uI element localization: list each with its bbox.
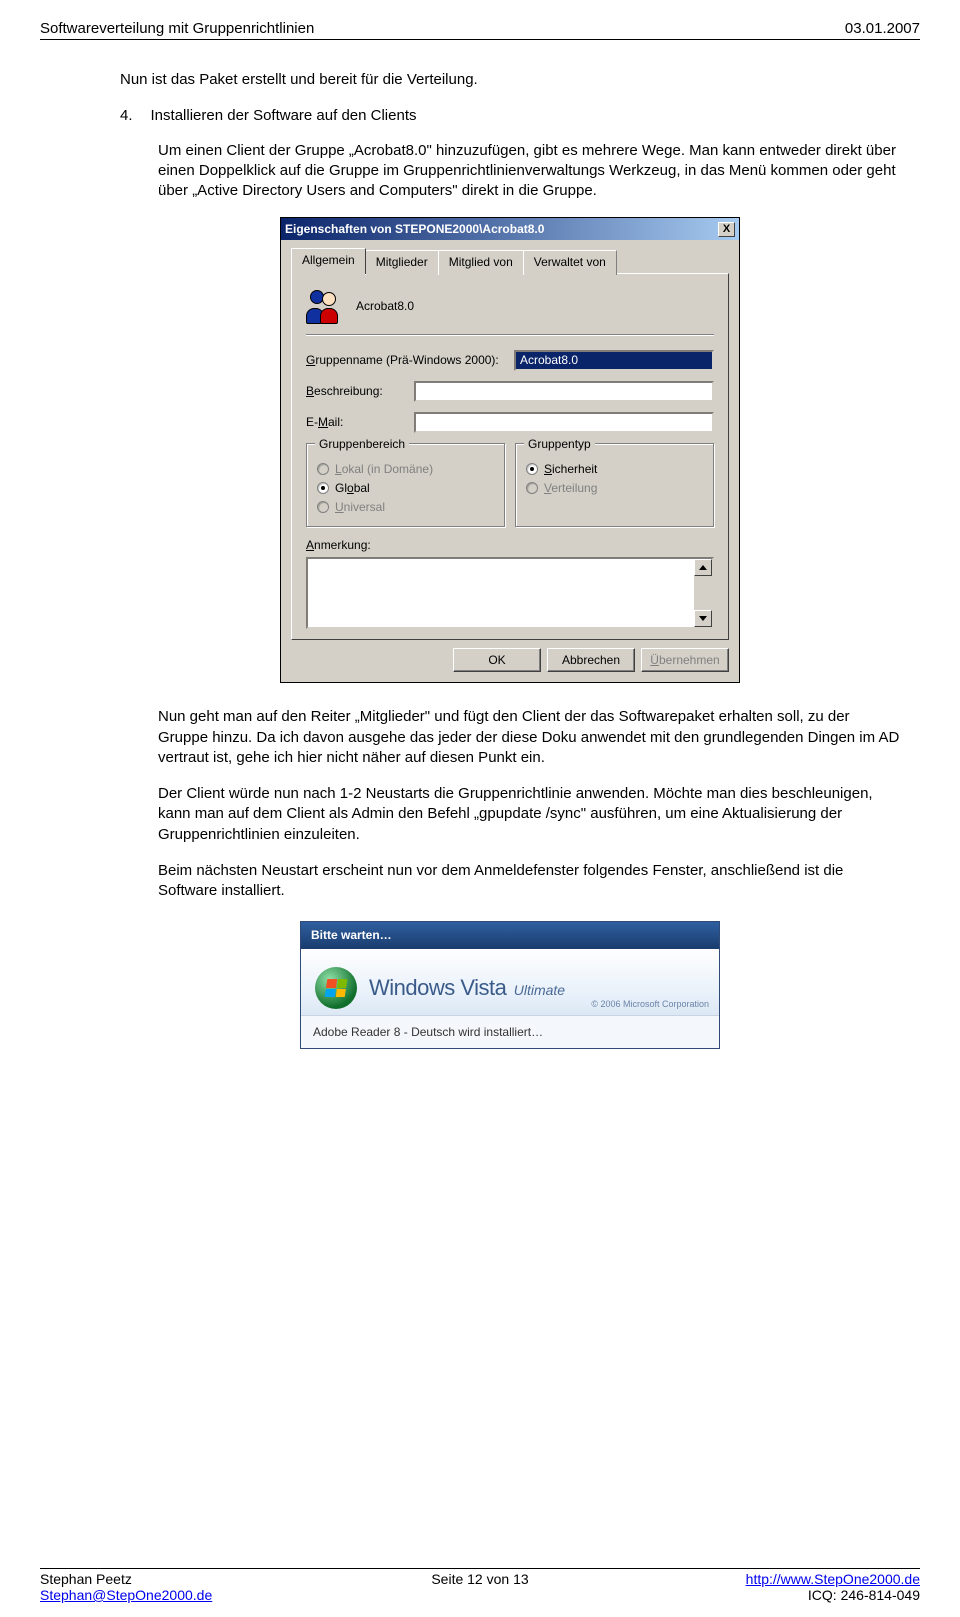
radio-icon — [317, 501, 329, 513]
brand-text: Windows Vista — [369, 975, 506, 1000]
label-anmerkung: Anmerkung: — [306, 537, 714, 553]
vista-titlebar: Bitte warten… — [301, 922, 719, 948]
paragraph-3: Der Client würde nun nach 1-2 Neustarts … — [158, 784, 900, 845]
scrollbar[interactable] — [694, 559, 712, 627]
apply-button: Übernehmen — [641, 648, 729, 672]
label-email: E-Mail: — [306, 414, 406, 430]
radio-universal: Universal — [317, 499, 494, 515]
dialog-screenshot: Eigenschaften von STEPONE2000\Acrobat8.0… — [120, 217, 900, 683]
footer-page: Seite 12 von 13 — [333, 1571, 626, 1587]
radio-sicherheit[interactable]: Sicherheit — [526, 461, 703, 477]
legend-scope: Gruppenbereich — [315, 436, 409, 452]
vista-copyright: © 2006 Microsoft Corporation — [591, 998, 709, 1010]
paragraph-2: Nun geht man auf den Reiter „Mitglieder"… — [158, 707, 900, 768]
radio-icon — [526, 463, 538, 475]
scroll-down-icon[interactable] — [694, 610, 712, 627]
section-heading: 4. Installieren der Software auf den Cli… — [120, 106, 900, 126]
tab-mitglied-von[interactable]: Mitglied von — [438, 250, 524, 274]
label-beschreibung: Beschreibung: — [306, 383, 406, 399]
dialog-title: Eigenschaften von STEPONE2000\Acrobat8.0 — [285, 221, 544, 237]
properties-dialog: Eigenschaften von STEPONE2000\Acrobat8.0… — [280, 217, 740, 683]
scroll-up-icon[interactable] — [694, 559, 712, 576]
tab-mitglieder[interactable]: Mitglieder — [365, 250, 439, 274]
ok-button[interactable]: OK — [453, 648, 541, 672]
radio-global[interactable]: Global — [317, 480, 494, 496]
vista-dialog: Bitte warten… Windows Vista Ultimate © 2… — [300, 921, 720, 1048]
fieldset-gruppentyp: Gruppentyp Sicherheit Verteilung — [515, 443, 714, 528]
close-icon[interactable]: X — [718, 222, 735, 237]
tab-verwaltet-von[interactable]: Verwaltet von — [523, 250, 617, 274]
radio-icon — [317, 463, 329, 475]
footer-email: Stephan@StepOne2000.de — [40, 1587, 333, 1603]
radio-verteilung: Verteilung — [526, 480, 703, 496]
dialog-tabs: Allgemein Mitglieder Mitglied von Verwal… — [281, 240, 739, 640]
header-title: Softwareverteilung mit Gruppenrichtlinie… — [40, 20, 314, 37]
page-header: Softwareverteilung mit Gruppenrichtlinie… — [40, 20, 920, 40]
tab-panel: Acrobat8.0 Gruppenname (Prä-Windows 2000… — [291, 273, 729, 641]
beschreibung-input[interactable] — [414, 381, 714, 402]
group-icon — [306, 288, 342, 324]
vista-screenshot: Bitte warten… Windows Vista Ultimate © 2… — [120, 921, 900, 1048]
windows-orb-icon — [315, 967, 357, 1009]
header-date: 03.01.2007 — [845, 20, 920, 37]
brand-edition: Ultimate — [514, 982, 565, 998]
section-number: 4. — [120, 106, 133, 126]
vista-status-text: Adobe Reader 8 - Deutsch wird installier… — [301, 1015, 719, 1048]
page-footer: Stephan Peetz Stephan@StepOne2000.de Sei… — [40, 1568, 920, 1603]
anmerkung-textarea[interactable] — [306, 557, 714, 629]
intro-text: Nun ist das Paket erstellt und bereit fü… — [120, 70, 900, 90]
cancel-button[interactable]: Abbrechen — [547, 648, 635, 672]
email-input[interactable] — [414, 412, 714, 433]
label-groupname: Gruppenname (Prä-Windows 2000): — [306, 352, 506, 368]
vista-body: Windows Vista Ultimate © 2006 Microsoft … — [301, 949, 719, 1015]
section-title: Installieren der Software auf den Client… — [151, 106, 417, 126]
dialog-button-row: OK Abbrechen Übernehmen — [281, 640, 739, 682]
vista-brand: Windows Vista Ultimate — [369, 973, 565, 1003]
fieldset-gruppenbereich: Gruppenbereich Lokal (in Domäne) Global — [306, 443, 505, 528]
groupname-input[interactable] — [514, 350, 714, 371]
dialog-titlebar: Eigenschaften von STEPONE2000\Acrobat8.0… — [281, 218, 739, 240]
footer-url: http://www.StepOne2000.de — [627, 1571, 920, 1587]
tab-allgemein[interactable]: Allgemein — [291, 248, 366, 273]
radio-icon — [526, 482, 538, 494]
group-name-display: Acrobat8.0 — [356, 298, 414, 314]
paragraph-4: Beim nächsten Neustart erscheint nun vor… — [158, 861, 900, 902]
legend-type: Gruppentyp — [524, 436, 595, 452]
document-page: Softwareverteilung mit Gruppenrichtlinie… — [0, 0, 960, 1617]
radio-icon — [317, 482, 329, 494]
footer-author: Stephan Peetz — [40, 1571, 333, 1587]
divider — [306, 334, 714, 336]
body-content: Nun ist das Paket erstellt und bereit fü… — [40, 40, 920, 1049]
footer-icq: ICQ: 246-814-049 — [627, 1587, 920, 1603]
paragraph-1: Um einen Client der Gruppe „Acrobat8.0" … — [158, 141, 900, 202]
radio-lokal: Lokal (in Domäne) — [317, 461, 494, 477]
